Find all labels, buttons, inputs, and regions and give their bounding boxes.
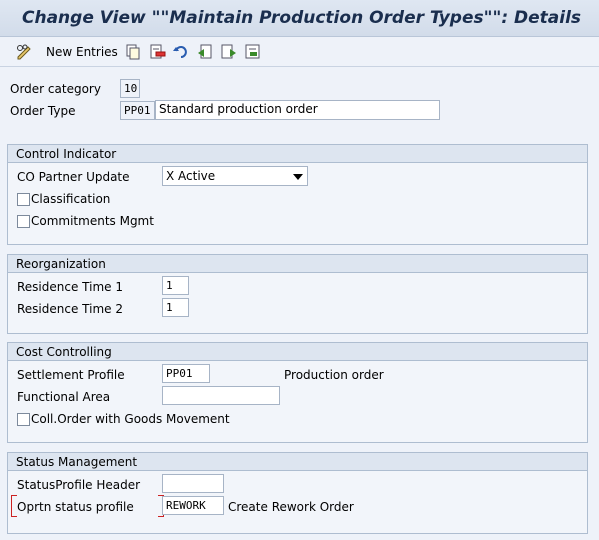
commitments-mgmt-label: Commitments Mgmt — [31, 214, 154, 228]
oprtn-status-profile-label: Oprtn status profile — [17, 500, 134, 514]
order-type-field: PP01 — [120, 101, 155, 120]
next-entry-icon[interactable] — [220, 43, 238, 61]
co-partner-update-label: CO Partner Update — [17, 170, 130, 184]
co-partner-update-value: X Active — [166, 169, 216, 183]
order-type-label: Order Type — [10, 104, 76, 118]
commitments-mgmt-checkbox[interactable] — [17, 215, 30, 228]
control-indicator-title: Control Indicator — [8, 145, 587, 163]
reorganization-group: Reorganization — [7, 254, 588, 334]
status-management-group: Status Management — [7, 452, 588, 534]
settlement-profile-description: Production order — [284, 368, 384, 382]
classification-checkbox[interactable] — [17, 193, 30, 206]
settlement-profile-field[interactable]: PP01 — [162, 364, 210, 383]
settlement-profile-label: Settlement Profile — [17, 368, 125, 382]
co-partner-update-select[interactable]: X Active — [162, 166, 308, 186]
order-category-field: 10 — [120, 79, 140, 98]
cost-controlling-title: Cost Controlling — [8, 343, 587, 361]
reorganization-title: Reorganization — [8, 255, 587, 273]
residence-time-2-field[interactable]: 1 — [162, 298, 189, 317]
delete-icon[interactable] — [148, 43, 166, 61]
detail-content: Order category 10 Order Type PP01 Standa… — [0, 68, 599, 540]
status-profile-header-label: StatusProfile Header — [17, 478, 141, 492]
residence-time-1-label: Residence Time 1 — [17, 280, 123, 294]
residence-time-1-field[interactable]: 1 — [162, 276, 189, 295]
application-toolbar: New Entries — [0, 37, 599, 67]
order-type-description[interactable]: Standard production order — [155, 100, 440, 120]
status-management-title: Status Management — [8, 453, 587, 471]
title-bar: Change View ""Maintain Production Order … — [0, 0, 599, 37]
previous-entry-icon[interactable] — [196, 43, 214, 61]
display-change-icon[interactable] — [15, 43, 33, 61]
copy-icon[interactable] — [124, 43, 142, 61]
new-entries-button[interactable]: New Entries — [46, 45, 118, 59]
residence-time-2-label: Residence Time 2 — [17, 302, 123, 316]
coll-order-goods-movement-checkbox[interactable] — [17, 413, 30, 426]
chevron-down-icon[interactable] — [293, 174, 303, 180]
functional-area-field[interactable] — [162, 386, 280, 405]
transport-icon[interactable] — [244, 43, 262, 61]
window-title: Change View ""Maintain Production Order … — [22, 8, 582, 28]
coll-order-goods-movement-label: Coll.Order with Goods Movement — [31, 412, 230, 426]
oprtn-status-profile-field[interactable]: REWORK — [162, 496, 224, 515]
classification-label: Classification — [31, 192, 111, 206]
status-profile-header-field[interactable] — [162, 474, 224, 493]
undo-icon[interactable] — [172, 43, 190, 61]
order-category-label: Order category — [10, 82, 101, 96]
functional-area-label: Functional Area — [17, 390, 111, 404]
oprtn-status-profile-description: Create Rework Order — [228, 500, 354, 514]
